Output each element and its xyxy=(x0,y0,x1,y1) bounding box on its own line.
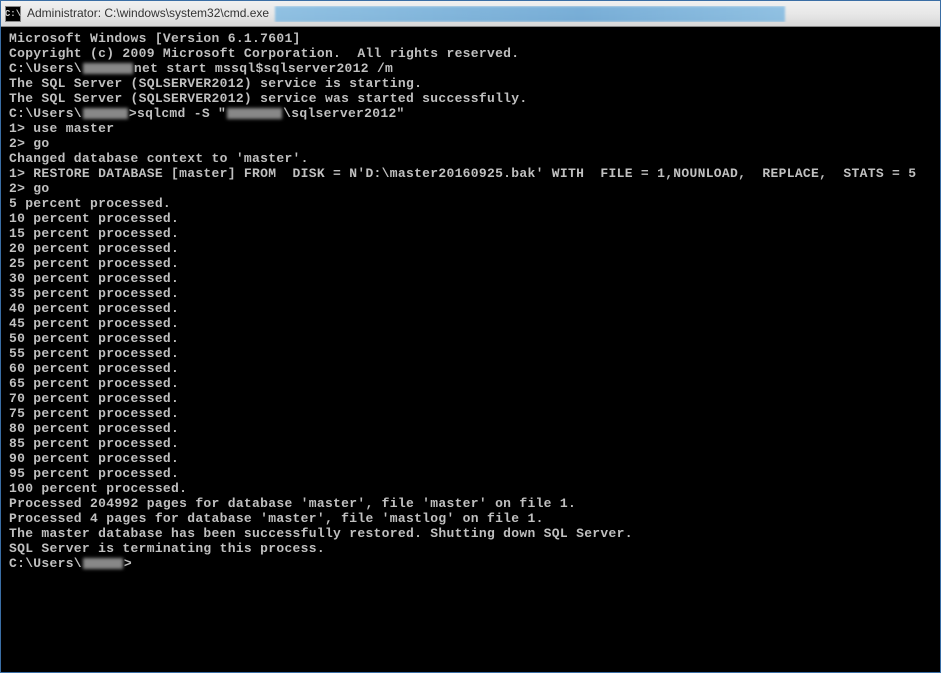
progress-line: 35 percent processed. xyxy=(9,286,932,301)
titlebar[interactable]: C:\ Administrator: C:\windows\system32\c… xyxy=(1,1,940,27)
cmd-window: C:\ Administrator: C:\windows\system32\c… xyxy=(0,0,941,673)
progress-line: 70 percent processed. xyxy=(9,391,932,406)
output-line: Processed 4 pages for database 'master',… xyxy=(9,511,932,526)
command-text: >sqlcmd -S " xyxy=(129,106,226,121)
progress-line: 50 percent processed. xyxy=(9,331,932,346)
prompt-line: C:\Users\ >sqlcmd -S " \sqlserver2012" xyxy=(9,106,932,121)
redacted-username xyxy=(83,63,133,74)
output-line: The SQL Server (SQLSERVER2012) service i… xyxy=(9,76,932,91)
progress-line: 55 percent processed. xyxy=(9,346,932,361)
output-line: Changed database context to 'master'. xyxy=(9,151,932,166)
prompt-line: C:\Users\ net start mssql$sqlserver2012 /… xyxy=(9,61,932,76)
prompt-path: C:\Users\ xyxy=(9,106,82,121)
titlebar-blur xyxy=(275,6,785,22)
progress-line: 95 percent processed. xyxy=(9,466,932,481)
output-line: The master database has been successfull… xyxy=(9,526,932,541)
progress-line: 85 percent processed. xyxy=(9,436,932,451)
progress-line: 90 percent processed. xyxy=(9,451,932,466)
cmd-icon: C:\ xyxy=(5,6,21,22)
prompt-path: C:\Users\ xyxy=(9,556,82,571)
terminal-output[interactable]: Microsoft Windows [Version 6.1.7601] Cop… xyxy=(1,27,940,672)
output-line: Microsoft Windows [Version 6.1.7601] xyxy=(9,31,932,46)
sqlcmd-line: 1> use master xyxy=(9,121,932,136)
output-line: The SQL Server (SQLSERVER2012) service w… xyxy=(9,91,932,106)
prompt-line: C:\Users\ > xyxy=(9,556,932,571)
progress-line: 30 percent processed. xyxy=(9,271,932,286)
progress-line: 60 percent processed. xyxy=(9,361,932,376)
output-line: SQL Server is terminating this process. xyxy=(9,541,932,556)
progress-line: 5 percent processed. xyxy=(9,196,932,211)
output-line: Copyright (c) 2009 Microsoft Corporation… xyxy=(9,46,932,61)
prompt-path: C:\Users\ xyxy=(9,61,82,76)
redacted-server xyxy=(227,108,282,119)
sqlcmd-line: 1> RESTORE DATABASE [master] FROM DISK =… xyxy=(9,166,932,181)
titlebar-text: Administrator: C:\windows\system32\cmd.e… xyxy=(27,6,936,22)
progress-line: 15 percent processed. xyxy=(9,226,932,241)
progress-line: 10 percent processed. xyxy=(9,211,932,226)
progress-line: 20 percent processed. xyxy=(9,241,932,256)
progress-line: 75 percent processed. xyxy=(9,406,932,421)
redacted-username xyxy=(83,108,128,119)
progress-line: 80 percent processed. xyxy=(9,421,932,436)
progress-line: 25 percent processed. xyxy=(9,256,932,271)
command-text: \sqlserver2012" xyxy=(283,106,405,121)
sqlcmd-line: 2> go xyxy=(9,181,932,196)
window-title: Administrator: C:\windows\system32\cmd.e… xyxy=(27,6,269,20)
progress-line: 45 percent processed. xyxy=(9,316,932,331)
sqlcmd-line: 2> go xyxy=(9,136,932,151)
progress-line: 40 percent processed. xyxy=(9,301,932,316)
cmd-icon-label: C:\ xyxy=(5,9,21,19)
output-line: Processed 204992 pages for database 'mas… xyxy=(9,496,932,511)
prompt-cursor: > xyxy=(124,556,132,571)
redacted-username xyxy=(83,558,123,569)
progress-line: 65 percent processed. xyxy=(9,376,932,391)
progress-line: 100 percent processed. xyxy=(9,481,932,496)
command-text: net start mssql$sqlserver2012 /m xyxy=(134,61,393,76)
